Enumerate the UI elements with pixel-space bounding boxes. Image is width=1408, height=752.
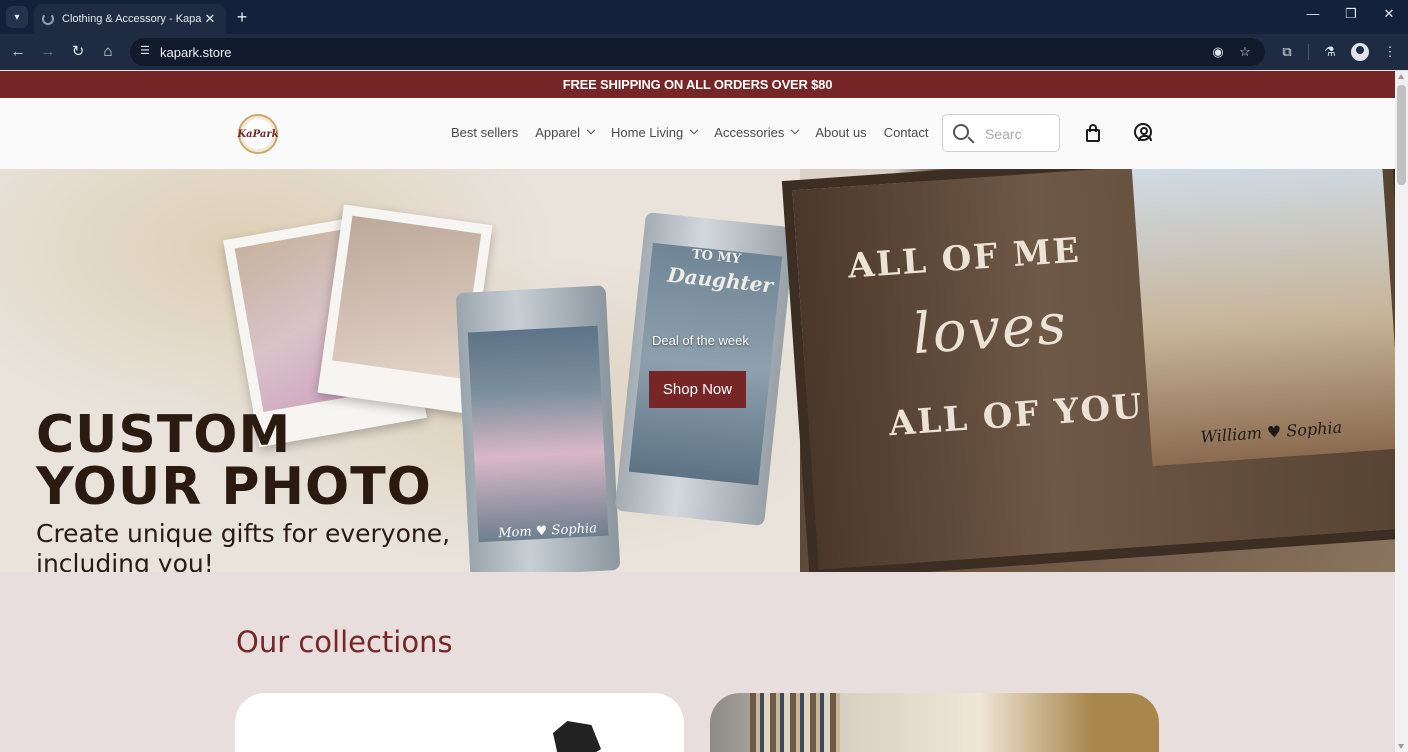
hero-title: CUSTOM YOUR PHOTO xyxy=(36,405,432,517)
search-input[interactable] xyxy=(985,124,1055,144)
back-icon[interactable]: ← xyxy=(8,42,28,62)
nav-contact[interactable]: Contact xyxy=(884,125,929,140)
collections-section: Our collections xyxy=(0,572,1395,752)
scroll-down-icon[interactable] xyxy=(1398,744,1404,749)
shop-now-button[interactable]: Shop Now xyxy=(649,371,746,408)
bookmark-star-icon[interactable]: ☆ xyxy=(1237,44,1253,60)
loading-favicon-icon xyxy=(42,13,54,25)
scroll-thumb[interactable] xyxy=(1397,85,1406,185)
hero-subtitle: Create unique gifts for everyone, includ… xyxy=(36,519,451,572)
nav-home-living[interactable]: Home Living xyxy=(611,125,699,140)
restore-icon[interactable]: ❐ xyxy=(1336,6,1366,22)
reload-icon[interactable]: ↻ xyxy=(68,42,88,62)
logo-text: KaPark xyxy=(237,128,279,140)
close-window-icon[interactable]: ✕ xyxy=(1374,6,1404,22)
kapark-logo[interactable]: KaPark xyxy=(237,114,279,154)
account-icon[interactable] xyxy=(1134,123,1152,141)
page-scrollbar[interactable] xyxy=(1395,71,1408,752)
nav-accessories[interactable]: Accessories xyxy=(714,125,800,140)
deal-label: Deal of the week xyxy=(652,333,749,348)
nav-about-us[interactable]: About us xyxy=(815,125,866,140)
hero-banner[interactable]: Mom ♥ Sophia TO MY Daughter ALL OF ME lo… xyxy=(0,169,1395,572)
eye-off-icon[interactable]: ◉ xyxy=(1210,44,1226,60)
nav-apparel[interactable]: Apparel xyxy=(535,125,596,140)
browser-tab[interactable]: Clothing & Accessory - Kapark ✕ xyxy=(34,4,226,34)
extensions-icon[interactable]: ⧉ xyxy=(1278,43,1296,61)
wooden-frame: ALL OF ME loves ALL OF YOU William ♥ Sop… xyxy=(781,169,1395,572)
collection-card[interactable] xyxy=(710,693,1159,752)
site-info-icon[interactable]: ☰ xyxy=(138,44,152,58)
product-image xyxy=(553,721,601,752)
labs-icon[interactable]: ⚗ xyxy=(1321,43,1339,61)
chevron-down-icon xyxy=(791,125,800,134)
tab-search-icon[interactable]: ▾ xyxy=(6,6,28,28)
minimize-icon[interactable]: — xyxy=(1298,6,1328,21)
shopping-bag-icon[interactable] xyxy=(1085,124,1101,142)
address-bar[interactable]: ☰ kapark.store ◉ ☆ xyxy=(130,38,1265,66)
tumbler-daughter: TO MY Daughter xyxy=(614,211,796,527)
collections-title: Our collections xyxy=(236,625,453,659)
chevron-down-icon xyxy=(690,125,699,134)
announcement-bar: FREE SHIPPING ON ALL ORDERS OVER $80 xyxy=(0,71,1395,98)
browser-toolbar: ← → ↻ ⌂ ☰ kapark.store ◉ ☆ ⧉ ⚗ ⋮ xyxy=(0,34,1408,70)
search-icon[interactable] xyxy=(953,124,969,140)
chevron-down-icon xyxy=(586,125,596,134)
scroll-up-icon[interactable] xyxy=(1398,74,1404,79)
bookshelf-image xyxy=(750,693,840,752)
toolbar-divider xyxy=(1308,44,1309,60)
new-tab-icon[interactable]: + xyxy=(232,7,252,27)
forward-icon[interactable]: → xyxy=(38,42,58,62)
main-nav: Best sellers Apparel Home Living Accesso… xyxy=(451,125,946,140)
search-box[interactable] xyxy=(942,114,1060,152)
collection-card[interactable] xyxy=(235,693,684,752)
menu-kebab-icon[interactable]: ⋮ xyxy=(1381,43,1399,61)
close-tab-icon[interactable]: ✕ xyxy=(202,11,218,27)
tumbler-mom: Mom ♥ Sophia xyxy=(455,285,621,572)
couple-photo xyxy=(1131,169,1395,466)
profile-avatar-icon[interactable] xyxy=(1351,43,1369,61)
browser-tab-bar: ▾ Clothing & Accessory - Kapark ✕ + — ❐ … xyxy=(0,0,1408,34)
home-icon[interactable]: ⌂ xyxy=(98,42,118,62)
tab-title: Clothing & Accessory - Kapark xyxy=(62,13,202,25)
url-text[interactable]: kapark.store xyxy=(160,45,232,60)
site-header: KaPark Best sellers Apparel Home Living … xyxy=(0,98,1395,169)
nav-best-sellers[interactable]: Best sellers xyxy=(451,125,518,140)
